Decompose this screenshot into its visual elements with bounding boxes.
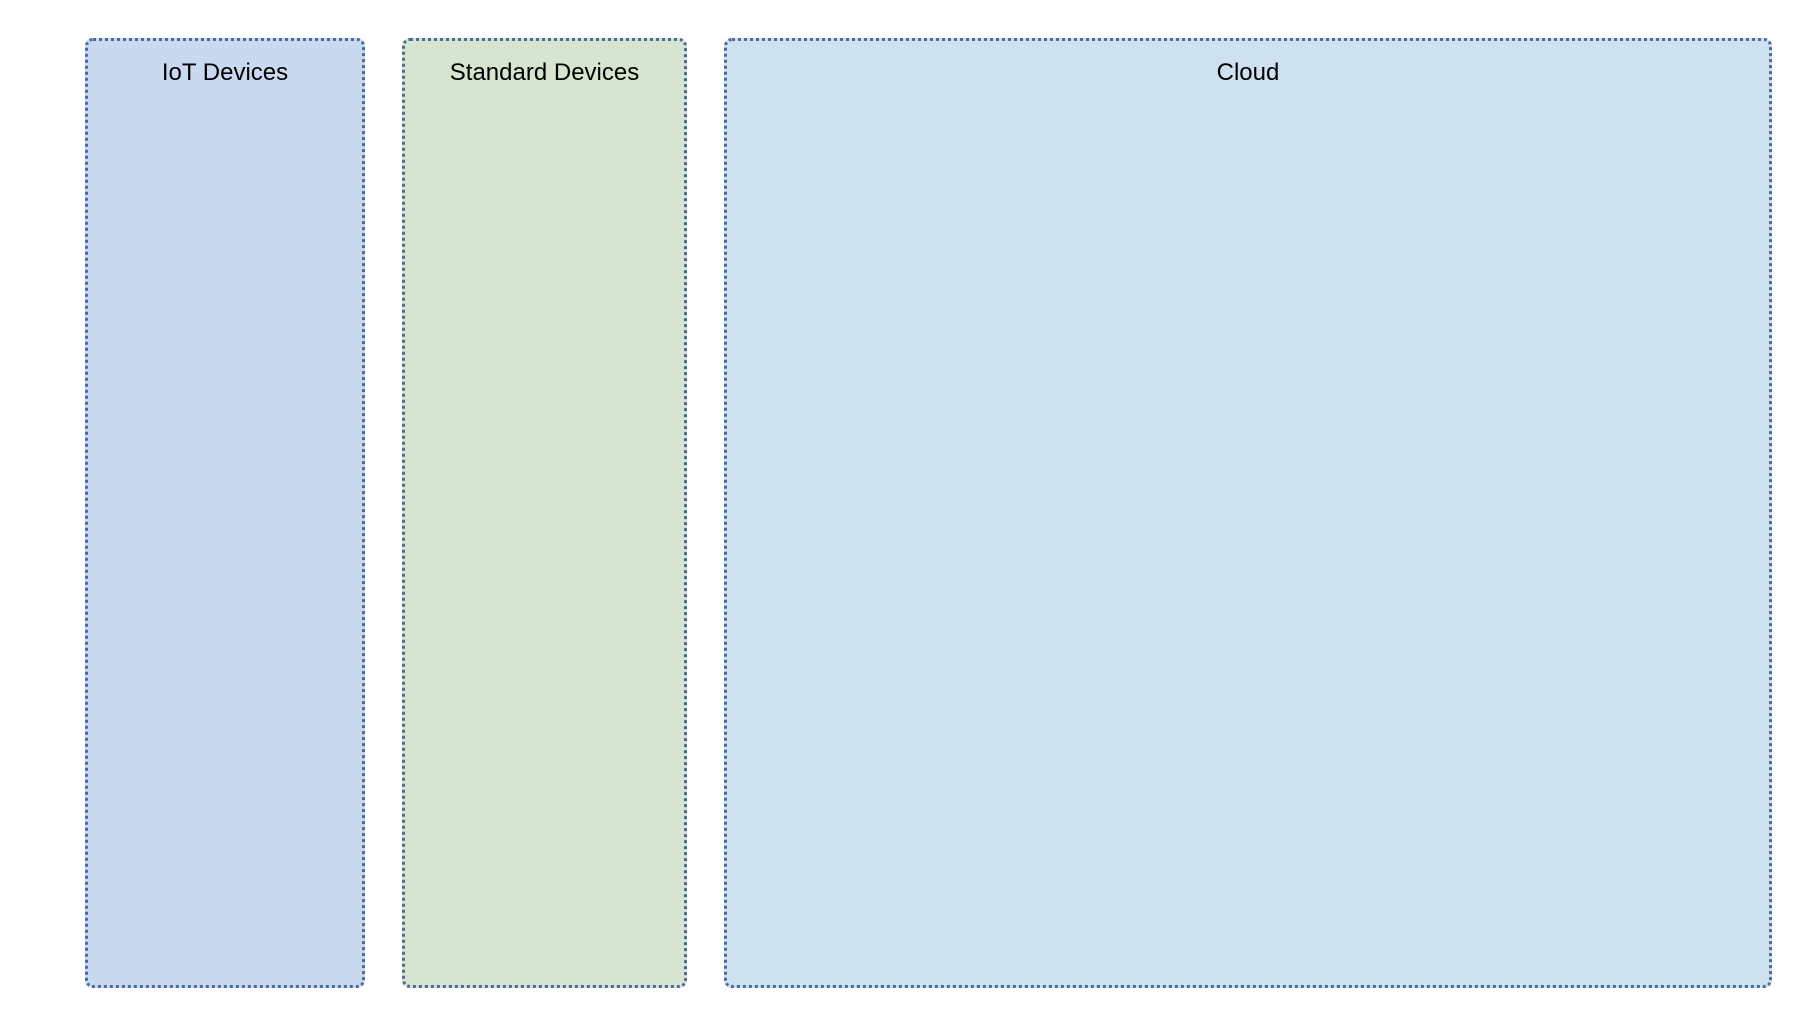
panel-standard-devices: Standard Devices — [402, 38, 687, 988]
panel-iot-devices: IoT Devices — [85, 38, 365, 988]
panel-cloud-title: Cloud — [727, 59, 1769, 87]
panel-iot-title: IoT Devices — [88, 59, 362, 87]
diagram-container: IoT Devices Standard Devices Cloud — [0, 0, 1816, 1028]
panel-standard-title: Standard Devices — [405, 59, 684, 87]
panel-cloud: Cloud — [724, 38, 1772, 988]
